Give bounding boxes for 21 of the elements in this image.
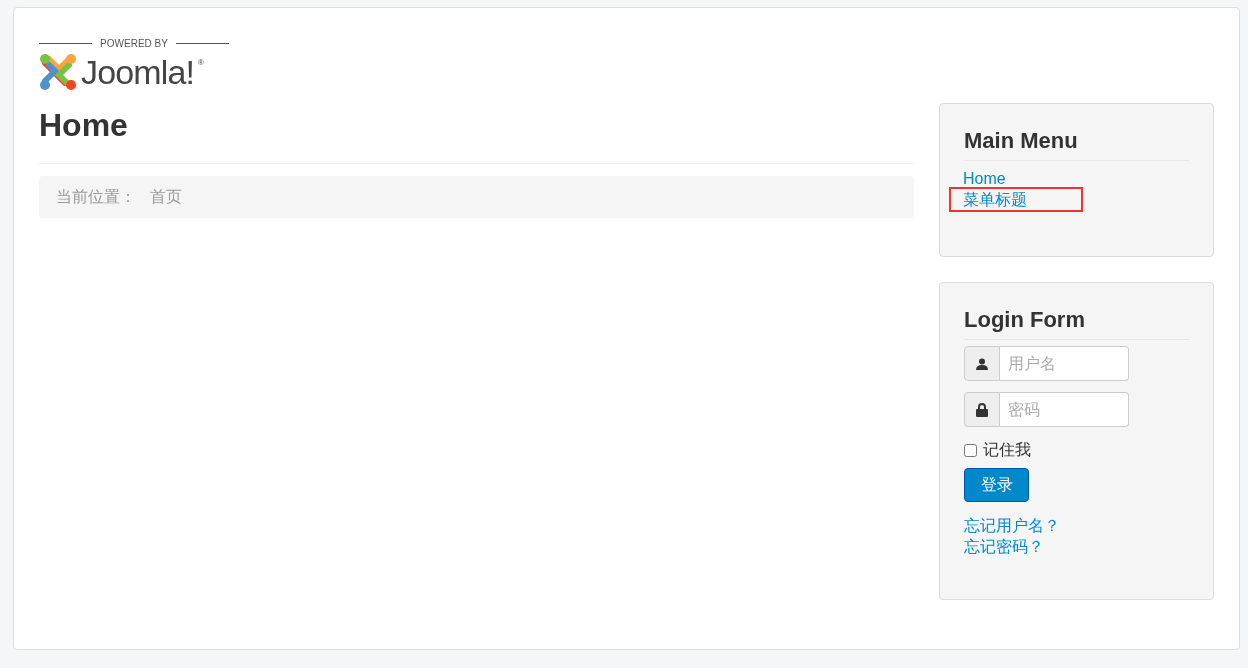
menu-link[interactable]: 菜单标题 — [951, 189, 1081, 210]
forgot-link[interactable]: 忘记密码？ — [964, 536, 1044, 557]
joomla-logo[interactable]: Joomla!® — [39, 53, 229, 91]
page-title: Home — [39, 106, 129, 145]
login-button[interactable]: 登录 — [964, 468, 1029, 502]
menu-link[interactable]: Home — [951, 168, 1081, 189]
joomla-logo-icon — [39, 53, 77, 91]
breadcrumb-current: 首页 — [150, 187, 182, 207]
lock-icon — [964, 392, 1000, 427]
remember-checkbox[interactable] — [964, 443, 977, 457]
username-field[interactable]: 用户名 — [1000, 346, 1129, 381]
breadcrumb-label: 当前位置： — [56, 187, 136, 207]
main-menu-title: Main Menu — [964, 124, 1189, 161]
user-icon — [964, 346, 1000, 381]
login-form-title: Login Form — [964, 303, 1189, 340]
logo-text: Joomla! — [81, 55, 195, 89]
registered-mark: ® — [198, 57, 204, 69]
password-field[interactable]: 密码 — [1000, 392, 1129, 427]
remember-label: 记住我 — [983, 440, 1031, 460]
forgot-link[interactable]: 忘记用户名？ — [964, 515, 1060, 536]
powered-by-label: POWERED BY — [100, 37, 168, 51]
